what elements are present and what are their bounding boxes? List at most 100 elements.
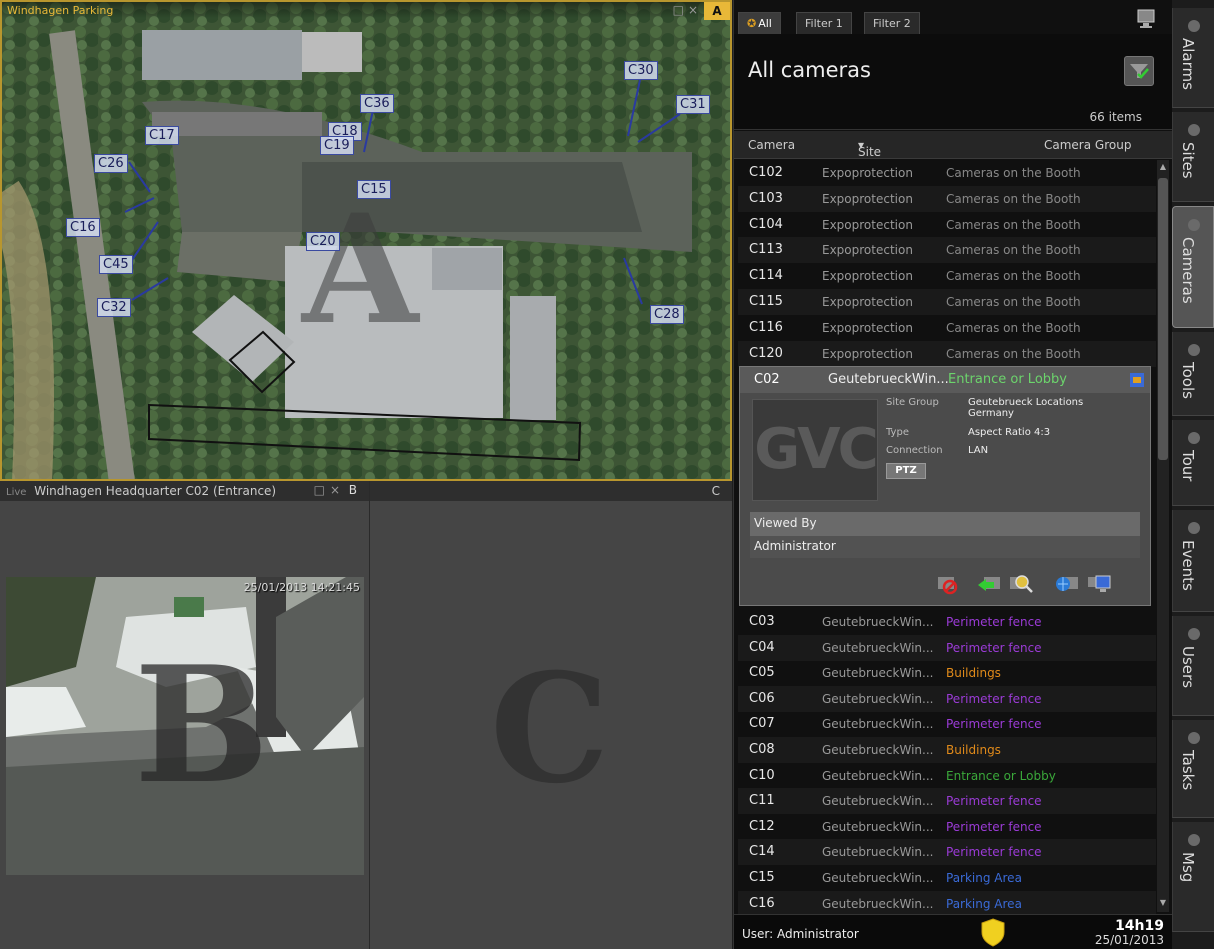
camera-name: C12 [749,818,775,834]
camera-row[interactable]: C03 GeutebrueckWin... Perimeter fence [738,609,1156,635]
sidenav-msg[interactable]: Msg [1172,822,1214,932]
camera-name: C102 [749,165,783,180]
video-frame [6,577,364,875]
camera-row[interactable]: C15 GeutebrueckWin... Parking Area [738,865,1156,891]
map-camera-c30[interactable]: C30 [624,61,658,80]
camera-row[interactable]: C102 Expoprotection Cameras on the Booth [738,160,1156,186]
map-camera-c31[interactable]: C31 [676,95,710,114]
camera-name: C04 [749,639,775,655]
sidenav-label: Sites [1179,142,1197,179]
scroll-down-icon[interactable]: ▼ [1157,898,1169,910]
camera-row[interactable]: C16 GeutebrueckWin... Parking Area [738,890,1156,917]
scroll-up-icon[interactable]: ▲ [1157,162,1169,174]
col-camera-group[interactable]: Camera Group [1044,138,1131,152]
camera-row[interactable]: C04 GeutebrueckWin... Perimeter fence [738,634,1156,661]
map-camera-c17[interactable]: C17 [145,126,179,145]
pane-c-letter: C [711,484,720,498]
map-pane-a[interactable]: A Windhagen Parking □ × A C30 C31 C36 C1… [0,0,732,481]
video-pane-b[interactable]: Live Windhagen Headquarter C02 (Entrance… [0,481,369,949]
map-camera-c45[interactable]: C45 [99,255,133,274]
camera-group: Cameras on the Booth [946,295,1081,309]
sidenav-tools[interactable]: Tools [1172,332,1214,416]
camera-site: GeutebrueckWin... [822,845,934,860]
display-on-monitor-button[interactable] [1084,569,1114,597]
aerial-map[interactable] [2,2,732,481]
camera-row[interactable]: C12 GeutebrueckWin... Perimeter fence [738,814,1156,840]
tab-filter-2[interactable]: Filter 2 [864,12,920,34]
viewed-by-list: Viewed By Administrator [750,512,1140,558]
maximize-icon[interactable]: □ [314,483,325,497]
sidenav-users[interactable]: Users [1172,616,1214,716]
status-dot-icon [1188,20,1200,32]
sidenav-cameras[interactable]: Cameras [1172,206,1214,328]
status-dot-icon [1188,522,1200,534]
camera-row[interactable]: C08 GeutebrueckWin... Buildings [738,737,1156,763]
maximize-icon[interactable]: □ [673,3,684,17]
web-view-button[interactable] [1052,569,1082,597]
camera-group: Perimeter fence [946,845,1042,860]
viewer-row[interactable]: Administrator [750,536,1140,558]
col-site[interactable]: Site ▾ [858,138,881,159]
camera-actions [934,569,1144,599]
camera-type-icon[interactable] [1130,373,1144,387]
map-camera-c15[interactable]: C15 [357,180,391,199]
shield-icon[interactable] [980,917,1006,947]
camera-row[interactable]: C14 GeutebrueckWin... Perimeter fence [738,839,1156,866]
status-dot-icon [1188,732,1200,744]
map-camera-c26[interactable]: C26 [94,154,128,173]
camera-row[interactable]: C104 Expoprotection Cameras on the Booth [738,212,1156,238]
map-camera-c16[interactable]: C16 [66,218,100,237]
live-video-feed[interactable]: 25/01/2013 14:21:45 [6,577,364,875]
monitor-icon[interactable] [1136,8,1156,30]
disable-camera-button[interactable] [934,569,964,597]
sidenav-label: Cameras [1179,237,1197,304]
sidenav-events[interactable]: Events [1172,510,1214,612]
camera-name: C06 [749,690,775,706]
list-scrollbar[interactable]: ▲ ▼ [1157,160,1169,912]
ptz-badge[interactable]: PTZ [886,463,926,479]
expanded-row-header[interactable]: C02 GeutebrueckWin... Entrance or Lobby [740,367,1150,393]
cameras-panel: ✪ All Filter 1 Filter 2 All cameras 66 it… [733,0,1172,949]
camera-site: Expoprotection [822,217,913,232]
camera-group: Entrance or Lobby [946,768,1056,783]
close-icon[interactable]: × [330,483,340,497]
video-pane-c[interactable]: C C [369,481,732,949]
sidenav-sites[interactable]: Sites [1172,112,1214,202]
sidenav-alarms[interactable]: Alarms [1172,8,1214,108]
camera-row[interactable]: C10 GeutebrueckWin... Entrance or Lobby [738,763,1156,789]
map-camera-c20[interactable]: C20 [306,232,340,251]
map-camera-c19[interactable]: C19 [320,136,354,155]
expanded-camera-card[interactable]: C02 GeutebrueckWin... Entrance or Lobby … [739,366,1151,606]
connection-value: LAN [968,445,989,456]
camera-group: Perimeter fence [946,794,1042,809]
map-camera-c36[interactable]: C36 [360,94,394,113]
status-user: User: Administrator [742,927,859,941]
camera-row[interactable]: C05 GeutebrueckWin... Buildings [738,660,1156,686]
camera-row[interactable]: C07 GeutebrueckWin... Perimeter fence [738,711,1156,737]
scroll-thumb[interactable] [1158,178,1168,460]
sidenav-tour[interactable]: Tour [1172,420,1214,506]
map-camera-c32[interactable]: C32 [97,298,131,317]
camera-row[interactable]: C11 GeutebrueckWin... Perimeter fence [738,788,1156,815]
camera-name: C115 [749,294,783,309]
tab-all[interactable]: ✪ All [738,12,781,34]
camera-row[interactable]: C113 Expoprotection Cameras on the Booth [738,237,1156,264]
sidenav-tasks[interactable]: Tasks [1172,720,1214,818]
camera-row[interactable]: C114 Expoprotection Cameras on the Booth [738,263,1156,289]
camera-row[interactable]: C103 Expoprotection Cameras on the Booth [738,185,1156,212]
camera-site: GeutebrueckWin... [822,794,934,809]
camera-name: C116 [749,319,783,335]
playback-button[interactable] [974,569,1004,597]
col-camera[interactable]: Camera [748,138,795,152]
camera-row[interactable]: C120 Expoprotection Cameras on the Booth [738,340,1156,367]
camera-row[interactable]: C115 Expoprotection Cameras on the Booth [738,289,1156,315]
close-icon[interactable]: × [688,3,698,17]
camera-group: Parking Area [946,896,1022,911]
search-camera-button[interactable] [1006,569,1036,597]
viewed-by-header: Viewed By [750,512,1140,536]
camera-row[interactable]: C06 GeutebrueckWin... Perimeter fence [738,685,1156,712]
filter-button[interactable] [1124,56,1154,86]
tab-filter-1[interactable]: Filter 1 [796,12,852,34]
map-camera-c28[interactable]: C28 [650,305,684,324]
camera-row[interactable]: C116 Expoprotection Cameras on the Booth [738,315,1156,341]
